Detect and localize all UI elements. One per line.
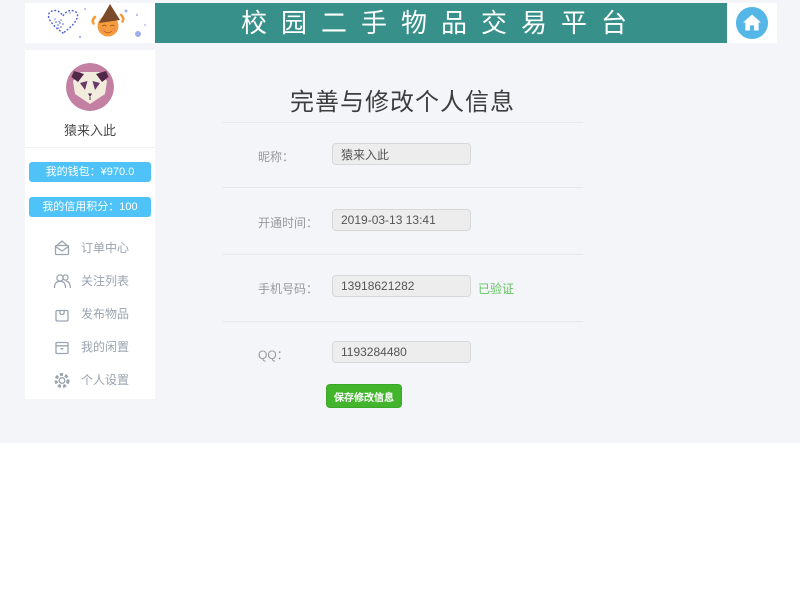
- sidebar-item-follows[interactable]: 关注列表: [25, 264, 155, 297]
- row-divider: [222, 122, 583, 123]
- settings-gear-icon: [54, 372, 70, 388]
- user-profile: 猿来入此: [25, 50, 155, 148]
- nickname-label: 昵称：: [258, 150, 295, 164]
- sidebar-item-label: 关注列表: [81, 274, 130, 288]
- sidebar-menu: 订单中心 关注列表 发布物品 我的闲置 个人设置: [25, 231, 155, 396]
- wallet-button[interactable]: 我的钱包：¥970.0: [29, 162, 151, 182]
- sidebar-item-label: 订单中心: [81, 241, 130, 255]
- credit-score-button[interactable]: 我的信用积分：100: [29, 197, 151, 217]
- logo-heart-mascot-icon: [47, 4, 146, 39]
- idle-box-icon: [55, 341, 69, 354]
- page-title: 完善与修改个人信息: [290, 89, 515, 116]
- sidebar-item-settings[interactable]: 个人设置: [25, 363, 155, 396]
- qq-input[interactable]: [332, 341, 471, 363]
- sidebar-item-label: 我的闲置: [81, 340, 130, 354]
- home-button[interactable]: [727, 3, 777, 43]
- sidebar-item-orders[interactable]: 订单中心: [25, 231, 155, 264]
- sidebar-item-publish[interactable]: 发布物品: [25, 297, 155, 330]
- site-logo: [25, 3, 155, 43]
- app-window: 校园二手物品交易平台 猿来入此 我的钱包：¥970.0 我的信用积分：100 订…: [0, 0, 800, 601]
- avatar: [66, 63, 114, 111]
- signup-time-label: 开通时间：: [258, 216, 319, 230]
- phone-input[interactable]: [332, 275, 471, 297]
- sidebar-item-idle-items[interactable]: 我的闲置: [25, 330, 155, 363]
- order-envelope-icon: [54, 239, 70, 255]
- home-icon: [735, 6, 769, 40]
- sidebar-item-label: 发布物品: [81, 307, 130, 321]
- phone-label: 手机号码：: [258, 282, 319, 296]
- row-divider: [222, 254, 583, 255]
- username: 猿来入此: [63, 123, 116, 138]
- sidebar: 猿来入此 我的钱包：¥970.0 我的信用积分：100 订单中心 关注列表 发布…: [25, 50, 155, 399]
- save-button[interactable]: 保存修改信息: [326, 384, 402, 408]
- sidebar-item-label: 个人设置: [81, 373, 130, 387]
- row-divider: [222, 187, 583, 188]
- qq-label: QQ：: [258, 348, 289, 362]
- signup-time-input[interactable]: [332, 209, 471, 231]
- profile-edit-panel: 完善与修改个人信息 昵称： 开通时间： 手机号码： 已验证 QQ： 保存修改信息: [222, 0, 583, 443]
- publish-bag-icon: [55, 309, 69, 322]
- follow-people-icon: [53, 273, 71, 288]
- nickname-input[interactable]: [332, 143, 471, 165]
- row-divider: [222, 321, 583, 322]
- verified-badge: 已验证: [478, 282, 515, 296]
